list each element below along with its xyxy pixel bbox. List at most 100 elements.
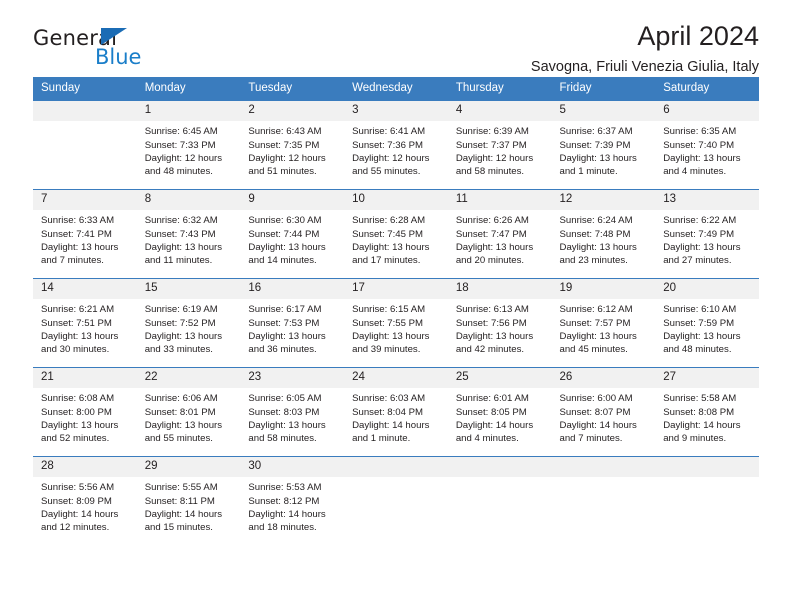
calendar-table: Sunday Monday Tuesday Wednesday Thursday Frid… [33, 77, 759, 546]
daylight-text-line1: Daylight: 12 hours [248, 152, 326, 164]
daylight-text-line1: Daylight: 13 hours [455, 241, 534, 253]
weekday-header-tuesday: Tuesday [240, 77, 345, 102]
day-number: 4 [447, 101, 552, 122]
daylight-text-line1: Daylight: 13 hours [352, 241, 430, 253]
title-block: April 2024 Savogna, Friuli Venezia Giuli… [530, 21, 759, 76]
calendar-day-cell[interactable]: 3 Sunrise: 6:41 AM Sunset: 7:36 PM Daylight… [344, 101, 448, 190]
page-subtitle: Savogna, Friuli Venezia Giulia, Italy [530, 58, 759, 75]
daylight-text-line1: Daylight: 12 hours [352, 152, 430, 164]
calendar-day-cell[interactable]: 7 Sunrise: 6:33 AM Sunset: 7:41 PM Daylight… [33, 189, 137, 279]
calendar-week-row: 7 Sunrise: 6:33 AM Sunset: 7:41 PM Daylight… [33, 189, 759, 279]
sunrise-text: Sunrise: 6:06 AM [144, 393, 218, 405]
daylight-text-line1: Daylight: 13 hours [248, 419, 326, 431]
sunset-text: Sunset: 7:53 PM [248, 317, 320, 329]
calendar-day-cell[interactable]: 25 Sunrise: 6:01 AM Sunset: 8:05 PM Dayligh… [447, 367, 552, 457]
daylight-text-line2: and 30 minutes. [41, 344, 110, 356]
sunrise-text: Sunrise: 6:03 AM [352, 393, 426, 405]
day-details: Sunrise: 6:45 AM Sunset: 7:33 PM Daylight:… [137, 121, 241, 178]
calendar-day-cell[interactable]: 2 Sunrise: 6:43 AM Sunset: 7:35 PM Daylight… [240, 101, 345, 190]
sunset-text: Sunset: 7:48 PM [559, 228, 631, 240]
day-number: 20 [655, 279, 759, 300]
sunrise-text: Sunrise: 6:05 AM [248, 393, 322, 405]
triangle-icon [101, 28, 127, 45]
day-details: Sunrise: 6:19 AM Sunset: 7:52 PM Daylight:… [137, 299, 241, 356]
sunrise-text: Sunrise: 6:12 AM [559, 304, 633, 316]
weekday-header-sunday: Sunday [33, 77, 137, 102]
day-number: 29 [136, 457, 241, 478]
calendar-day-cell[interactable]: 17 Sunrise: 6:15 AM Sunset: 7:55 PM Dayligh… [344, 278, 448, 368]
calendar-day-cell[interactable]: 19 Sunrise: 6:12 AM Sunset: 7:57 PM Dayligh… [551, 278, 656, 368]
daylight-text-line1: Daylight: 13 hours [248, 241, 326, 253]
daylight-text-line1: Daylight: 13 hours [41, 419, 119, 431]
day-number [655, 457, 759, 478]
day-number: 24 [344, 368, 448, 389]
day-details: Sunrise: 5:53 AM Sunset: 8:12 PM Daylight:… [240, 477, 344, 534]
day-number [344, 457, 448, 478]
calendar-day-cell[interactable]: 14 Sunrise: 6:21 AM Sunset: 7:51 PM Dayligh… [33, 278, 137, 368]
weekday-header-thursday: Thursday [447, 77, 552, 102]
calendar-day-cell-empty [344, 456, 448, 546]
calendar-day-cell[interactable]: 10 Sunrise: 6:28 AM Sunset: 7:45 PM Dayligh… [344, 189, 448, 279]
day-details: Sunrise: 6:39 AM Sunset: 7:37 PM Daylight:… [448, 121, 552, 178]
sunrise-text: Sunrise: 6:22 AM [663, 215, 737, 227]
daylight-text-line2: and 42 minutes. [455, 344, 525, 356]
day-number: 15 [136, 279, 241, 300]
daylight-text-line2: and 17 minutes. [352, 255, 421, 267]
calendar-day-cell[interactable]: 26 Sunrise: 6:00 AM Sunset: 8:07 PM Dayligh… [551, 367, 656, 457]
brand-name-blue: Blue [95, 45, 142, 69]
calendar-day-cell[interactable]: 18 Sunrise: 6:13 AM Sunset: 7:56 PM Dayligh… [447, 278, 552, 368]
calendar-day-cell[interactable]: 8 Sunrise: 6:32 AM Sunset: 7:43 PM Daylight… [136, 189, 241, 279]
daylight-text-line2: and 4 minutes. [663, 166, 727, 178]
calendar-day-cell[interactable]: 27 Sunrise: 5:58 AM Sunset: 8:08 PM Dayligh… [655, 367, 759, 457]
sunrise-text: Sunrise: 6:19 AM [144, 304, 218, 316]
calendar-day-cell[interactable]: 16 Sunrise: 6:17 AM Sunset: 7:53 PM Dayligh… [240, 278, 345, 368]
sunrise-text: Sunrise: 6:37 AM [559, 126, 633, 138]
calendar-day-cell[interactable]: 5 Sunrise: 6:37 AM Sunset: 7:39 PM Daylight… [551, 101, 656, 190]
calendar-day-cell[interactable]: 1 Sunrise: 6:45 AM Sunset: 7:33 PM Daylight… [136, 101, 241, 190]
daylight-text-line1: Daylight: 13 hours [559, 241, 637, 253]
calendar-day-cell[interactable]: 12 Sunrise: 6:24 AM Sunset: 7:48 PM Dayligh… [551, 189, 656, 279]
sunset-text: Sunset: 8:00 PM [41, 406, 112, 418]
sunrise-text: Sunrise: 6:41 AM [352, 126, 426, 138]
calendar-day-cell[interactable]: 13 Sunrise: 6:22 AM Sunset: 7:49 PM Dayligh… [655, 189, 759, 279]
calendar-day-cell[interactable]: 20 Sunrise: 6:10 AM Sunset: 7:59 PM Dayligh… [655, 278, 759, 368]
calendar-day-cell[interactable]: 22 Sunrise: 6:06 AM Sunset: 8:01 PM Dayligh… [136, 367, 241, 457]
calendar-day-cell[interactable]: 11 Sunrise: 6:26 AM Sunset: 7:47 PM Dayligh… [447, 189, 552, 279]
calendar-day-cell-empty [33, 101, 137, 190]
calendar-day-cell-empty [447, 456, 552, 546]
calendar-day-cell[interactable]: 28 Sunrise: 5:56 AM Sunset: 8:09 PM Dayligh… [33, 456, 137, 546]
calendar-day-cell[interactable]: 21 Sunrise: 6:08 AM Sunset: 8:00 PM Dayligh… [33, 367, 137, 457]
sunset-text: Sunset: 7:59 PM [663, 317, 735, 329]
day-details: Sunrise: 6:41 AM Sunset: 7:36 PM Daylight:… [344, 121, 448, 178]
daylight-text-line1: Daylight: 12 hours [455, 152, 534, 164]
calendar-day-cell[interactable]: 15 Sunrise: 6:19 AM Sunset: 7:52 PM Dayligh… [136, 278, 241, 368]
daylight-text-line2: and 9 minutes. [663, 433, 727, 445]
calendar-body: 1 Sunrise: 6:45 AM Sunset: 7:33 PM Daylight… [33, 101, 759, 546]
daylight-text-line1: Daylight: 13 hours [41, 241, 119, 253]
day-number: 22 [136, 368, 241, 389]
sunset-text: Sunset: 8:01 PM [144, 406, 216, 418]
day-number: 5 [551, 101, 656, 122]
calendar-day-cell[interactable]: 6 Sunrise: 6:35 AM Sunset: 7:40 PM Daylight… [655, 101, 759, 190]
daylight-text-line2: and 58 minutes. [455, 166, 525, 178]
daylight-text-line2: and 48 minutes. [663, 344, 732, 356]
calendar-page: General Blue April 2024 Savogna, Friuli … [0, 0, 792, 612]
day-number: 9 [240, 190, 345, 211]
daylight-text-line1: Daylight: 13 hours [559, 152, 637, 164]
day-details: Sunrise: 5:55 AM Sunset: 8:11 PM Daylight:… [137, 477, 241, 534]
sunrise-text: Sunrise: 6:26 AM [455, 215, 529, 227]
calendar-day-cell[interactable]: 30 Sunrise: 5:53 AM Sunset: 8:12 PM Dayligh… [240, 456, 345, 546]
calendar-day-cell[interactable]: 29 Sunrise: 5:55 AM Sunset: 8:11 PM Dayligh… [136, 456, 241, 546]
calendar-day-cell[interactable]: 9 Sunrise: 6:30 AM Sunset: 7:44 PM Daylight… [240, 189, 345, 279]
sunset-text: Sunset: 8:05 PM [455, 406, 527, 418]
daylight-text-line2: and 51 minutes. [248, 166, 317, 178]
calendar-day-cell[interactable]: 24 Sunrise: 6:03 AM Sunset: 8:04 PM Dayligh… [344, 367, 448, 457]
day-details: Sunrise: 6:28 AM Sunset: 7:45 PM Daylight:… [344, 210, 448, 267]
calendar-day-cell[interactable]: 4 Sunrise: 6:39 AM Sunset: 7:37 PM Daylight… [447, 101, 552, 190]
daylight-text-line2: and 18 minutes. [248, 522, 317, 534]
brand-logo[interactable]: General Blue [33, 26, 263, 76]
daylight-text-line2: and 7 minutes. [41, 255, 104, 267]
sunset-text: Sunset: 7:43 PM [144, 228, 216, 240]
calendar-day-cell[interactable]: 23 Sunrise: 6:05 AM Sunset: 8:03 PM Dayligh… [240, 367, 345, 457]
day-number: 25 [447, 368, 552, 389]
